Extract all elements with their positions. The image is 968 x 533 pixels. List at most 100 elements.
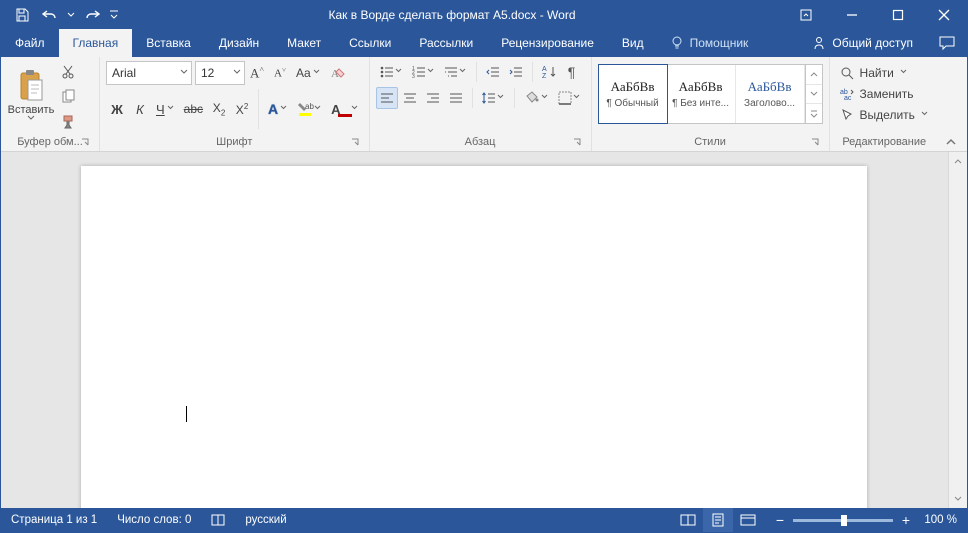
qat-customize[interactable] bbox=[107, 2, 121, 28]
close-button[interactable] bbox=[921, 1, 967, 29]
change-case-button[interactable]: Aa bbox=[292, 62, 325, 84]
window-controls bbox=[783, 1, 967, 29]
tab-insert[interactable]: Вставка bbox=[132, 29, 205, 57]
sort-button[interactable]: AZ bbox=[538, 61, 560, 83]
replace-button[interactable]: abac Заменить bbox=[836, 84, 918, 104]
gallery-more[interactable] bbox=[806, 104, 822, 123]
zoom-control: − + 100 % bbox=[763, 513, 967, 527]
view-read-mode[interactable] bbox=[673, 508, 703, 532]
subscript-button[interactable]: X2 bbox=[208, 98, 230, 120]
tab-home[interactable]: Главная bbox=[59, 29, 133, 57]
clipboard-launcher[interactable] bbox=[79, 137, 91, 149]
share-label: Общий доступ bbox=[832, 36, 913, 50]
undo-button[interactable] bbox=[37, 2, 63, 28]
group-paragraph-label: Абзац bbox=[465, 136, 496, 148]
increase-indent-button[interactable] bbox=[505, 61, 527, 83]
zoom-thumb[interactable] bbox=[841, 515, 847, 526]
status-words[interactable]: Число слов: 0 bbox=[107, 508, 201, 532]
tell-me[interactable]: Помощник bbox=[658, 29, 761, 57]
font-color-button[interactable]: A bbox=[327, 98, 362, 120]
group-styles-label: Стили bbox=[694, 136, 726, 148]
outdent-icon bbox=[486, 66, 500, 78]
find-label: Найти bbox=[860, 66, 894, 80]
comments-button[interactable] bbox=[927, 29, 967, 57]
lightbulb-icon bbox=[670, 36, 684, 50]
find-button[interactable]: Найти bbox=[836, 63, 912, 83]
font-name-combo[interactable]: Arial bbox=[106, 61, 192, 85]
multilevel-list-button[interactable] bbox=[440, 61, 471, 83]
paragraph-launcher[interactable] bbox=[571, 137, 583, 149]
gallery-up[interactable] bbox=[806, 65, 822, 85]
strikethrough-button[interactable]: abc bbox=[180, 98, 207, 120]
zoom-slider[interactable] bbox=[793, 519, 893, 522]
style-normal[interactable]: АаБбВв ¶ Обычный bbox=[598, 64, 668, 124]
style-no-spacing[interactable]: АаБбВв ¶ Без инте... bbox=[667, 65, 736, 123]
gallery-down[interactable] bbox=[806, 85, 822, 105]
page[interactable] bbox=[81, 166, 867, 508]
align-center-button[interactable] bbox=[399, 87, 421, 109]
gallery-scroll bbox=[805, 65, 822, 123]
style-heading1[interactable]: АаБбВв Заголово... bbox=[736, 65, 805, 123]
vertical-scrollbar[interactable] bbox=[948, 152, 967, 508]
undo-dropdown[interactable] bbox=[65, 2, 77, 28]
scroll-up[interactable] bbox=[949, 152, 967, 170]
superscript-button[interactable]: X2 bbox=[231, 98, 253, 120]
document-viewport[interactable] bbox=[1, 152, 948, 508]
collapse-ribbon-button[interactable] bbox=[939, 57, 963, 151]
title-bar: Как в Ворде сделать формат A5.docx - Wor… bbox=[1, 1, 967, 29]
chevron-up-icon bbox=[945, 137, 957, 147]
select-button[interactable]: Выделить bbox=[836, 105, 933, 125]
borders-button[interactable] bbox=[554, 87, 585, 109]
maximize-button[interactable] bbox=[875, 1, 921, 29]
styles-launcher[interactable] bbox=[809, 137, 821, 149]
zoom-out-button[interactable]: − bbox=[773, 513, 787, 527]
justify-button[interactable] bbox=[445, 87, 467, 109]
minimize-button[interactable] bbox=[829, 1, 875, 29]
bold-button[interactable]: Ж bbox=[106, 98, 128, 120]
ribbon-options-button[interactable] bbox=[783, 1, 829, 29]
text-effects-button[interactable]: A bbox=[264, 98, 292, 120]
clear-formatting-button[interactable]: A bbox=[326, 62, 350, 84]
tab-mailings[interactable]: Рассылки bbox=[405, 29, 487, 57]
status-proofing[interactable] bbox=[201, 508, 235, 532]
show-marks-button[interactable]: ¶ bbox=[561, 61, 583, 83]
italic-button[interactable]: К bbox=[129, 98, 151, 120]
align-right-button[interactable] bbox=[422, 87, 444, 109]
zoom-value[interactable]: 100 % bbox=[919, 514, 957, 526]
save-button[interactable] bbox=[9, 2, 35, 28]
line-spacing-button[interactable] bbox=[478, 87, 509, 109]
grow-font-button[interactable]: A˄ bbox=[246, 62, 268, 84]
align-left-button[interactable] bbox=[376, 87, 398, 109]
bullets-button[interactable] bbox=[376, 61, 407, 83]
font-launcher[interactable] bbox=[349, 137, 361, 149]
tab-references[interactable]: Ссылки bbox=[335, 29, 405, 57]
paste-button[interactable]: Вставить bbox=[7, 61, 55, 129]
copy-button[interactable] bbox=[57, 86, 79, 108]
view-print-layout[interactable] bbox=[703, 508, 733, 532]
highlight-button[interactable]: ab bbox=[293, 98, 326, 120]
tab-review[interactable]: Рецензирование bbox=[487, 29, 608, 57]
scroll-down[interactable] bbox=[949, 490, 967, 508]
redo-button[interactable] bbox=[79, 2, 105, 28]
tab-design[interactable]: Дизайн bbox=[205, 29, 273, 57]
status-language[interactable]: русский bbox=[235, 508, 296, 532]
svg-text:Z: Z bbox=[542, 73, 547, 80]
decrease-indent-button[interactable] bbox=[482, 61, 504, 83]
shading-button[interactable] bbox=[520, 87, 553, 109]
status-page[interactable]: Страница 1 из 1 bbox=[1, 508, 107, 532]
view-web-layout[interactable] bbox=[733, 508, 763, 532]
cut-button[interactable] bbox=[57, 61, 79, 83]
scroll-track[interactable] bbox=[949, 170, 967, 490]
tab-layout[interactable]: Макет bbox=[273, 29, 335, 57]
zoom-in-button[interactable]: + bbox=[899, 513, 913, 527]
font-size-combo[interactable]: 12 bbox=[195, 61, 245, 85]
tab-file[interactable]: Файл bbox=[1, 29, 59, 57]
format-painter-button[interactable] bbox=[57, 111, 79, 133]
underline-button[interactable]: Ч bbox=[152, 98, 179, 120]
numbering-button[interactable]: 123 bbox=[408, 61, 439, 83]
borders-icon bbox=[558, 91, 572, 105]
shrink-font-button[interactable]: A˅ bbox=[269, 62, 291, 84]
group-font-label: Шрифт bbox=[216, 136, 252, 148]
tab-view[interactable]: Вид bbox=[608, 29, 658, 57]
share-button[interactable]: Общий доступ bbox=[798, 29, 927, 57]
